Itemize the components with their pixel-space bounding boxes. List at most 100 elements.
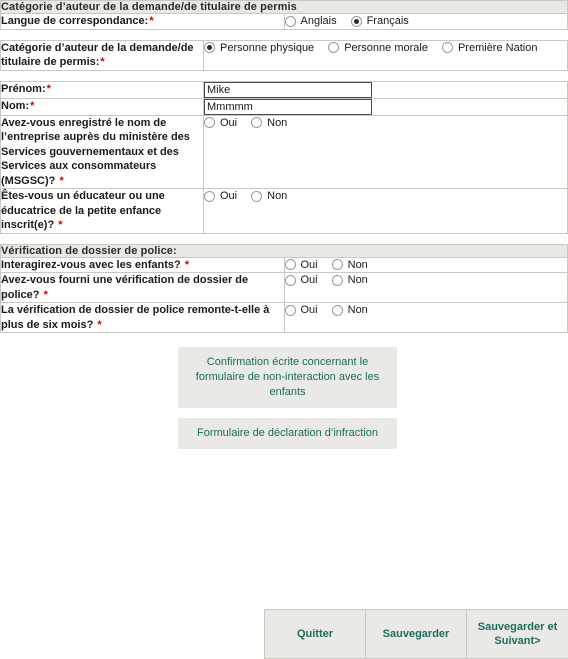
interact-radio-group: Oui Non — [284, 258, 568, 271]
first-name-label: Prénom: — [1, 82, 46, 95]
interact-field-cell: Oui Non — [283, 256, 568, 273]
required-asterisk: * — [59, 174, 64, 187]
radio-icon[interactable] — [331, 304, 343, 316]
category-label-cell: Catégorie d’auteur de la demande/de titu… — [0, 39, 204, 71]
radio-icon[interactable] — [204, 190, 215, 202]
radio-icon[interactable] — [441, 42, 453, 53]
interact-label-cell: Interagirez-vous avec les enfants? * — [0, 256, 285, 273]
provided-option-oui[interactable]: Oui — [284, 274, 318, 286]
category-option-label: Première Nation — [457, 41, 538, 54]
radio-icon[interactable] — [251, 117, 263, 128]
radio-icon[interactable] — [284, 274, 296, 286]
provided-field-cell: Oui Non — [283, 272, 568, 303]
msgsc-option-label: Non — [267, 116, 288, 129]
category-field-cell: Personne physique Personne morale Premiè… — [203, 39, 568, 71]
police-section-table: Vérification de dossier de police: Inter… — [0, 243, 568, 333]
radio-icon[interactable] — [284, 304, 296, 316]
educator-field-cell: Oui Non — [203, 188, 568, 234]
infraction-declaration-button[interactable]: Formulaire de déclaration d’infraction — [178, 418, 397, 449]
older-label-cell: La vérification de dossier de police rem… — [0, 302, 285, 333]
radio-icon[interactable] — [331, 274, 343, 286]
last-name-input[interactable] — [204, 98, 372, 115]
language-option-label: Français — [366, 15, 409, 27]
language-field-cell: Anglais Français — [283, 13, 568, 30]
first-name-field-cell — [203, 80, 568, 99]
msgsc-option-non[interactable]: Non — [251, 117, 287, 129]
save-and-next-button[interactable]: Sauvegarder et Suivant> — [467, 610, 568, 658]
section-gap — [0, 233, 568, 244]
last-name-label: Nom: — [1, 99, 30, 112]
section-gap — [0, 70, 568, 81]
first-name-row: Prénom:* — [0, 80, 568, 99]
required-asterisk: * — [100, 56, 105, 68]
interact-option-label: Oui — [300, 258, 318, 271]
required-asterisk: * — [43, 288, 48, 301]
language-label: Langue de correspondance: — [1, 15, 149, 27]
radio-icon[interactable] — [284, 259, 296, 270]
radio-icon[interactable] — [284, 15, 296, 27]
radio-icon[interactable] — [328, 42, 340, 53]
msgsc-label: Avez-vous enregistré le nom de l’entrepr… — [1, 116, 190, 187]
category-option-personne-physique[interactable]: Personne physique — [204, 42, 314, 54]
required-asterisk: * — [58, 219, 63, 231]
msgsc-label-cell: Avez-vous enregistré le nom de l’entrepr… — [0, 114, 204, 189]
category-option-label: Personne morale — [344, 41, 428, 54]
radio-icon[interactable] — [251, 190, 263, 202]
language-option-anglais[interactable]: Anglais — [284, 15, 337, 27]
last-name-row: Nom:* — [0, 97, 568, 116]
category-label: Catégorie d’auteur de la demande/de titu… — [1, 41, 194, 69]
older-than-six-months-row: La vérification de dossier de police rem… — [0, 302, 568, 333]
first-name-label-cell: Prénom:* — [0, 80, 204, 99]
last-name-label-cell: Nom:* — [0, 97, 204, 116]
bottom-nav-bar: Quitter Sauvegarder Sauvegarder et Suiva… — [264, 609, 568, 659]
msgsc-field-cell: Oui Non — [203, 114, 568, 189]
quit-button[interactable]: Quitter — [265, 610, 366, 658]
required-asterisk: * — [30, 99, 35, 112]
category-row: Catégorie d’auteur de la demande/de titu… — [0, 39, 568, 71]
interact-option-oui[interactable]: Oui — [284, 258, 318, 271]
interact-option-non[interactable]: Non — [331, 258, 368, 271]
older-label: La vérification de dossier de police rem… — [1, 304, 270, 331]
required-asterisk: * — [149, 15, 154, 27]
language-radio-group: Anglais Français — [284, 14, 568, 27]
educator-option-oui[interactable]: Oui — [204, 190, 237, 202]
older-field-cell: Oui Non — [283, 302, 568, 333]
required-asterisk: * — [97, 318, 102, 331]
category-option-label: Personne physique — [220, 41, 315, 54]
provided-option-label: Non — [347, 274, 368, 286]
required-asterisk: * — [184, 258, 190, 271]
provided-label: Avez-vous fourni une vérification de dos… — [1, 274, 249, 301]
radio-icon[interactable] — [331, 259, 343, 270]
msgsc-option-label: Oui — [220, 116, 238, 129]
form-page: Catégorie d’auteur de la demande/de titu… — [0, 0, 568, 449]
save-button[interactable]: Sauvegarder — [366, 610, 467, 658]
older-option-non[interactable]: Non — [331, 304, 368, 316]
older-option-oui[interactable]: Oui — [284, 304, 318, 316]
category-option-personne-morale[interactable]: Personne morale — [328, 42, 428, 54]
required-asterisk: * — [46, 82, 51, 95]
older-option-label: Oui — [300, 304, 318, 316]
language-row: Langue de correspondance:* Anglais Franç… — [0, 13, 568, 30]
msgsc-option-oui[interactable]: Oui — [204, 117, 237, 129]
msgsc-row: Avez-vous enregistré le nom de l’entrepr… — [0, 114, 568, 189]
category-radio-group: Personne physique Personne morale Premiè… — [204, 41, 567, 54]
section-header-row: Catégorie d’auteur de la demande/de titu… — [0, 0, 568, 14]
first-name-input[interactable] — [204, 81, 372, 98]
educator-option-non[interactable]: Non — [251, 190, 287, 202]
language-option-label: Anglais — [300, 15, 337, 27]
radio-selected-icon[interactable] — [204, 42, 215, 53]
provided-option-non[interactable]: Non — [331, 274, 368, 286]
category-option-premiere-nation[interactable]: Première Nation — [441, 41, 538, 54]
language-option-francais[interactable]: Français — [350, 15, 409, 27]
radio-selected-icon[interactable] — [350, 15, 362, 27]
provided-option-label: Oui — [300, 274, 318, 286]
educator-option-label: Oui — [220, 190, 238, 202]
applicant-section-table: Catégorie d’auteur de la demande/de titu… — [0, 0, 568, 30]
last-name-field-cell — [203, 97, 568, 116]
police-section-header: Vérification de dossier de police: — [0, 243, 568, 258]
educator-row: Êtes-vous un éducateur ou une éducatrice… — [0, 188, 568, 234]
provided-label-cell: Avez-vous fourni une vérification de dos… — [0, 272, 285, 303]
radio-icon[interactable] — [204, 117, 215, 128]
confirmation-non-interaction-button[interactable]: Confirmation écrite concernant le formul… — [178, 347, 397, 408]
interact-option-label: Non — [347, 258, 368, 271]
